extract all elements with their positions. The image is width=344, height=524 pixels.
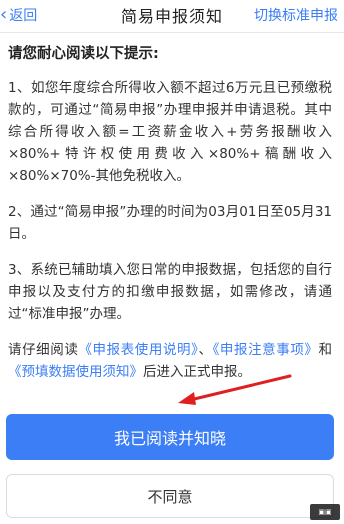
watermark-logo: ▣▣ [310, 504, 340, 520]
separator-2: 和 [318, 342, 333, 358]
read-instructions: 请仔细阅读《申报表使用说明》、《申报注意事项》和《预填数据使用须知》后进入正式申… [8, 339, 332, 383]
read-suffix: 后进入正式申报。 [143, 364, 251, 380]
switch-standard-button[interactable]: 切换标准申报 [254, 2, 338, 28]
notice-item-3: 3、系统已辅助填入您日常的申报数据，包括您的自行申报以及支付方的扣缴申报数据，如… [8, 262, 332, 322]
agree-button[interactable]: 我已阅读并知晓 [6, 414, 334, 460]
read-prefix: 请仔细阅读 [8, 342, 79, 358]
top-bar: ‹ 返回 简易申报须知 切换标准申报 [0, 0, 344, 33]
link-prefill-notice[interactable]: 《预填数据使用须知》 [8, 364, 143, 380]
disagree-button[interactable]: 不同意 [6, 474, 334, 518]
notice-heading: 请您耐心阅读以下提示: [8, 46, 159, 62]
notice-content: 请您耐心阅读以下提示: 1、如您年度综合所得收入额不超过6万元且已预缴税款的，可… [8, 36, 332, 383]
notice-item-1: 1、如您年度综合所得收入额不超过6万元且已预缴税款的，可通过“简易申报”办理申报… [8, 80, 332, 184]
notice-item-2: 2、通过“简易申报”办理的时间为03月01日至05月31日。 [8, 204, 332, 242]
link-form-instructions[interactable]: 《申报表使用说明》 [78, 342, 198, 358]
link-filing-notes[interactable]: 《申报注意事项》 [213, 342, 319, 358]
separator-1: 、 [198, 342, 213, 358]
